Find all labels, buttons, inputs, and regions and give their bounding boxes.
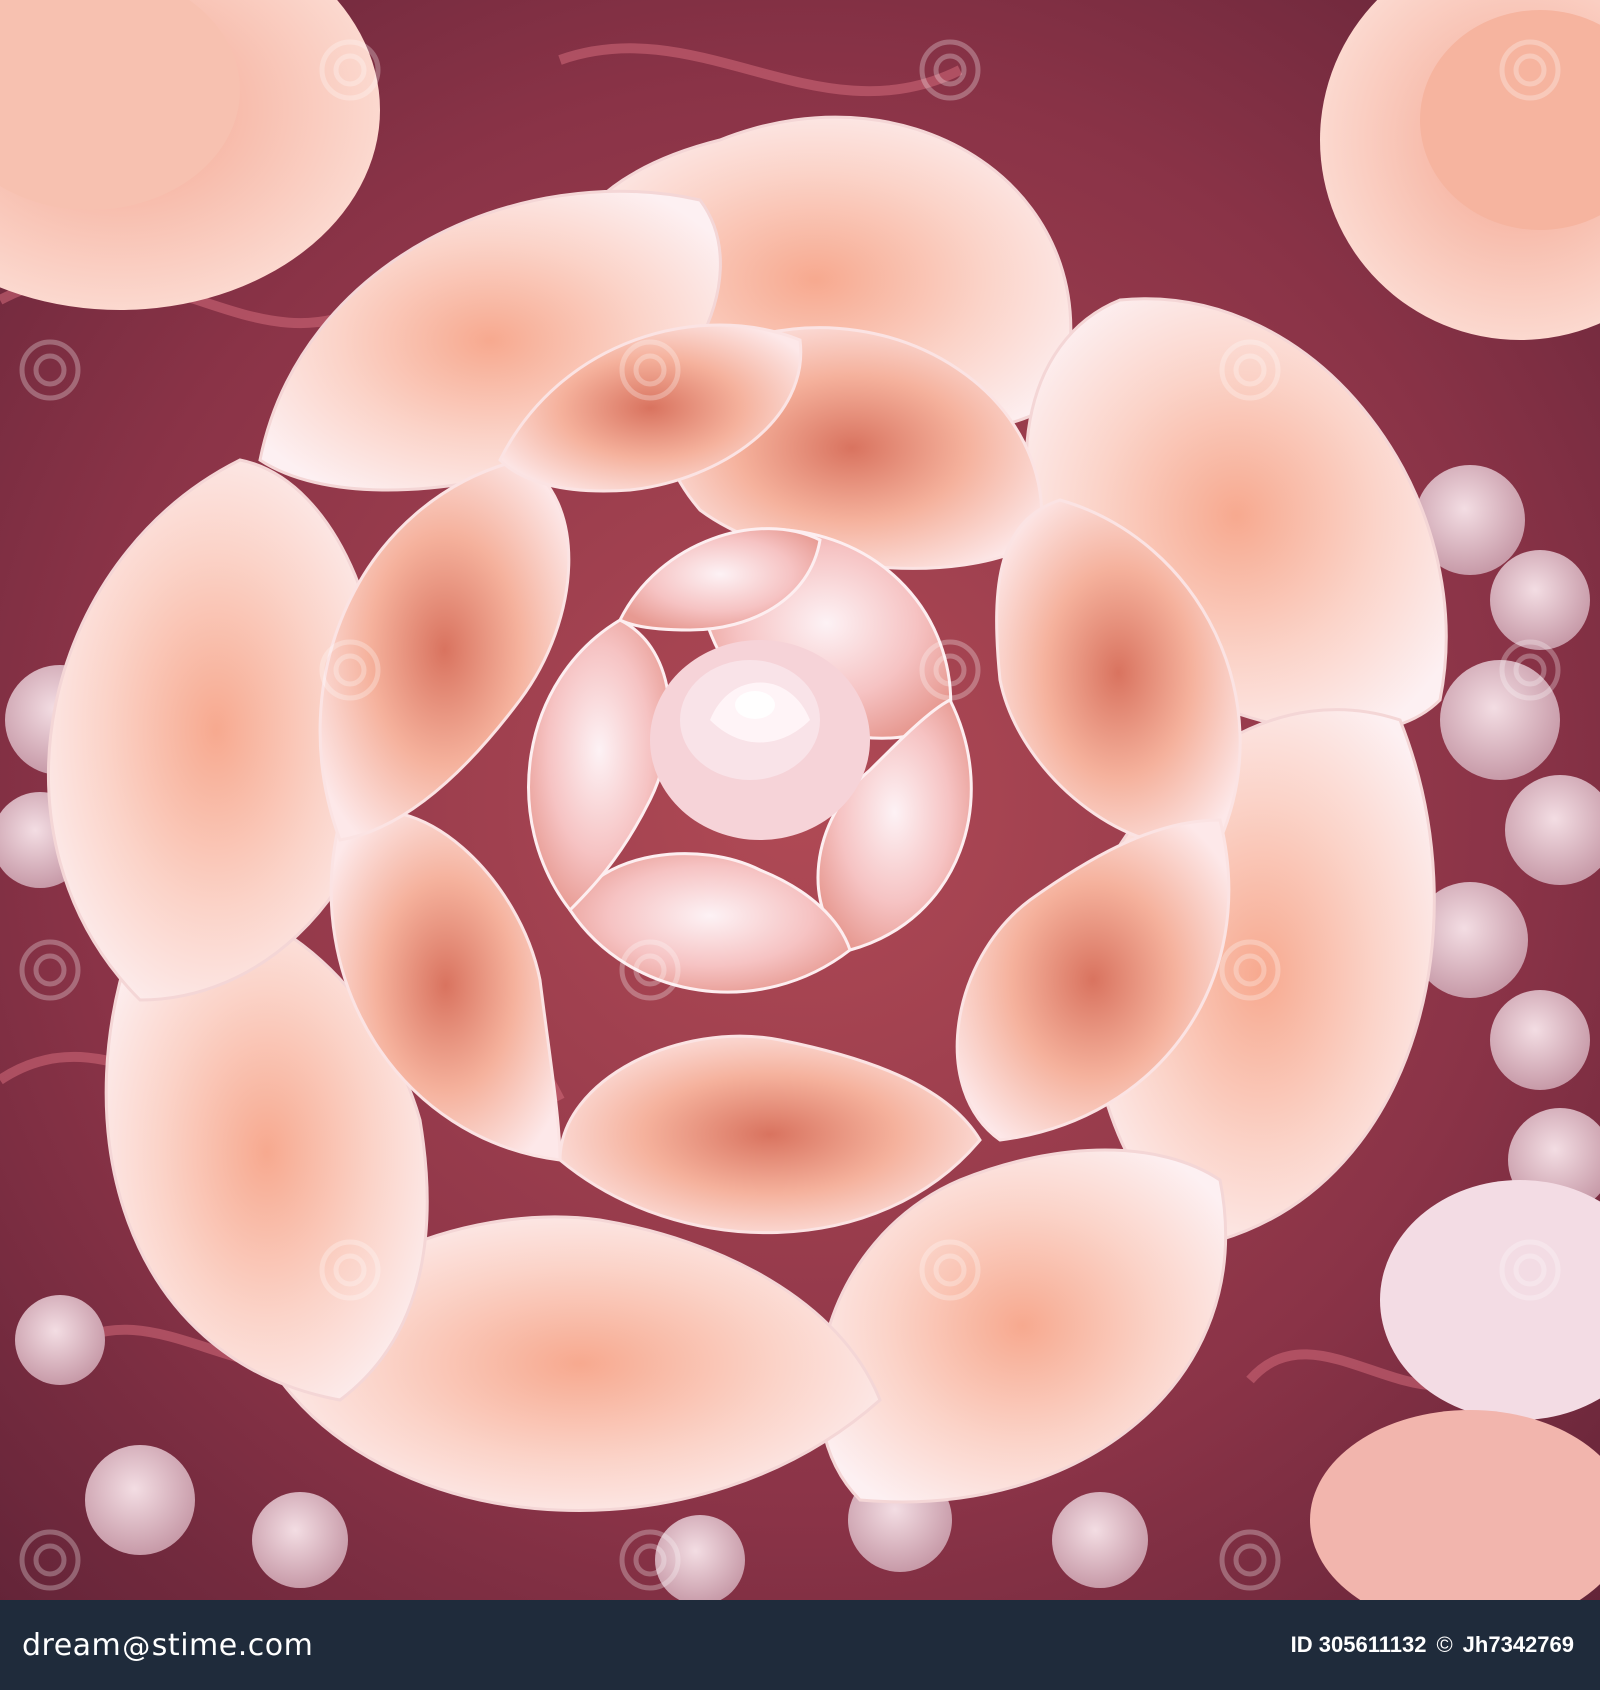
spiral-icon: @ [122, 1629, 151, 1663]
image-credits: ID 305611132 © Jh7342769 [1291, 1632, 1574, 1658]
image-id: ID 305611132 [1290, 1632, 1427, 1657]
brand-suffix: stime.com [151, 1627, 314, 1663]
author-id: Jh7342769 [1462, 1632, 1574, 1657]
rose-illustration [0, 0, 1600, 1600]
stock-footer-bar: dream@stime.com ID 305611132 © Jh7342769 [0, 1600, 1600, 1690]
stock-photo-page: dream@stime.com ID 305611132 © Jh7342769 [0, 0, 1600, 1690]
rose-photo [0, 0, 1600, 1600]
copyright-icon: © [1436, 1632, 1453, 1657]
dreamstime-logo[interactable]: dream@stime.com [22, 1628, 313, 1663]
brand-prefix: dream [22, 1627, 122, 1663]
